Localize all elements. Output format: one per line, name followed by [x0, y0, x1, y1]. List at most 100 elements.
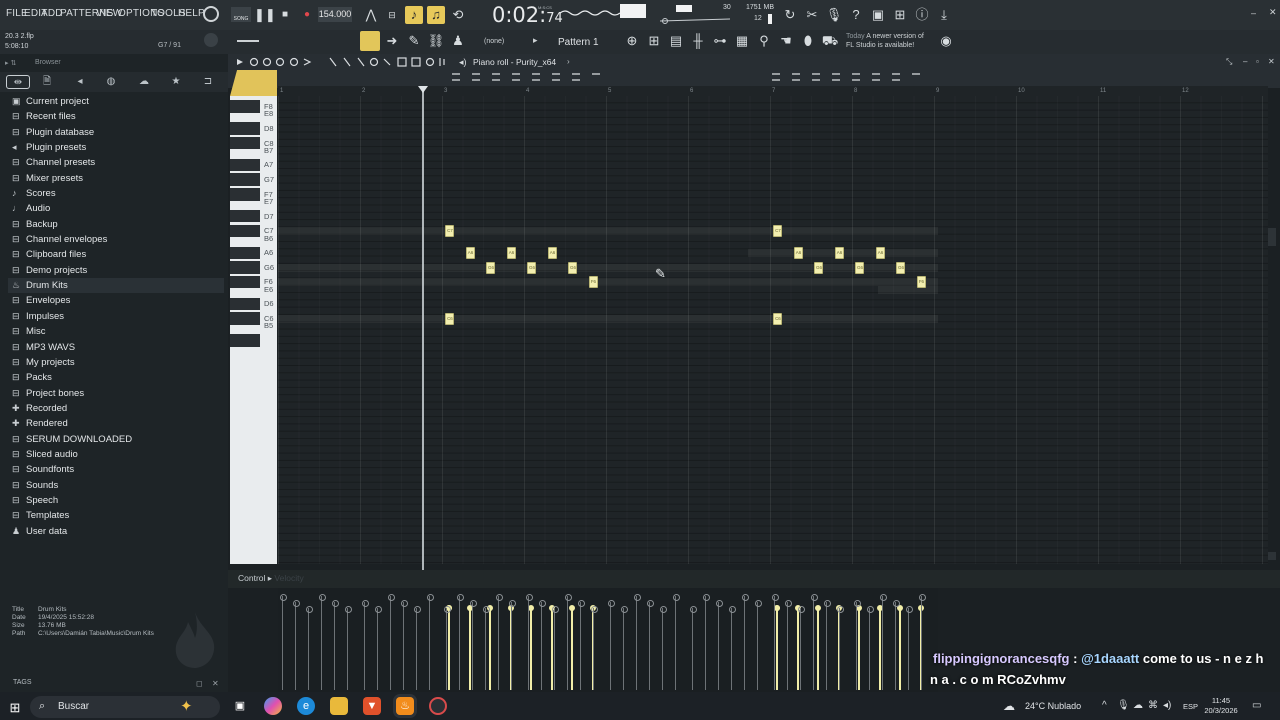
black-key[interactable] [230, 100, 260, 113]
browser-item[interactable]: ⊟ My projects [8, 355, 224, 370]
copilot-icon[interactable] [264, 697, 282, 715]
metronome-icon[interactable]: ⋀ [362, 6, 380, 24]
browser-tab-folder-icon[interactable]: ⊐ [201, 75, 215, 89]
browser-item[interactable]: ♪ Scores [8, 186, 224, 201]
windows-start-icon[interactable]: ⊞ [6, 699, 24, 717]
browser-view-icon[interactable]: ▦ [733, 32, 751, 50]
browser-item[interactable]: ⊟ Backup [8, 217, 224, 232]
piano-note[interactable]: C7 [773, 225, 783, 238]
piano-note[interactable]: G6 [568, 261, 578, 274]
browser-tab-files-icon[interactable]: 🗎 [40, 75, 54, 89]
piano-note[interactable]: C7 [445, 225, 455, 238]
brave-icon[interactable]: ▼ [363, 697, 381, 715]
velocity-bar[interactable] [548, 605, 555, 690]
note-grid[interactable] [278, 96, 1268, 564]
velocity-bar[interactable] [815, 605, 822, 690]
browser-tab-plugins-icon[interactable]: ◍ [104, 75, 118, 89]
piano-note[interactable]: A6 [875, 247, 885, 260]
browser-item[interactable]: ✚ Recorded [8, 401, 224, 416]
hint-icon[interactable] [203, 6, 219, 22]
pattern-add-icon[interactable]: ⊕ [623, 32, 641, 50]
velocity-bar[interactable] [466, 605, 473, 690]
info-icon[interactable]: ⓘ [913, 6, 931, 24]
browser-item[interactable]: ◂ Plugin presets [8, 140, 224, 155]
mixer-icon[interactable]: ⊞ [891, 6, 909, 24]
piano-note[interactable]: F6 [916, 276, 926, 289]
piano-note[interactable]: A6 [834, 247, 844, 260]
piano-note[interactable]: G6 [486, 261, 496, 274]
piano-note[interactable]: F6 [588, 276, 598, 289]
task-view-icon[interactable]: ▣ [231, 697, 249, 715]
link-icon[interactable]: ⛓ [427, 32, 445, 50]
menu-help[interactable]: HELP [178, 8, 205, 19]
loop-record-icon[interactable]: ⟲ [449, 6, 467, 24]
plugin-picker-icon[interactable]: ⚲ [755, 32, 773, 50]
song-mode-toggle[interactable]: SONG [231, 7, 251, 22]
save-icon[interactable]: ▣ [869, 6, 887, 24]
black-key[interactable] [230, 210, 260, 223]
browser-tab-all[interactable]: ⇹ [6, 75, 30, 89]
tags-close-icon[interactable]: ✕ [212, 679, 219, 688]
black-key[interactable] [230, 275, 260, 289]
black-key[interactable] [230, 158, 260, 172]
pencil-icon[interactable]: ✎ [405, 32, 423, 50]
pause-icon[interactable]: ❚❚ [254, 6, 276, 24]
piano-roll-minimize-icon[interactable]: ‒ [1243, 57, 1247, 66]
velocity-bar[interactable] [446, 605, 453, 690]
velocity-bar[interactable] [856, 605, 863, 690]
weather-text[interactable]: 24°C Nublado [1025, 701, 1081, 711]
black-key[interactable] [230, 261, 260, 274]
pattern-selector[interactable]: Pattern 1 [558, 35, 610, 50]
velocity-bar[interactable] [487, 605, 494, 690]
browser-item[interactable]: ⊟ Demo projects [8, 263, 224, 278]
minimize-icon[interactable]: ‒ [1251, 8, 1256, 18]
master-volume-knob[interactable] [204, 33, 218, 47]
touch-keyboard-icon[interactable]: ☚ [777, 32, 795, 50]
browser-item[interactable]: ⊟ Mixer presets [8, 171, 224, 186]
browser-item[interactable]: ⊟ SERUM DOWNLOADED [8, 432, 224, 447]
browser-tab-favorites-icon[interactable]: ★ [169, 75, 183, 89]
velocity-bar[interactable] [794, 605, 801, 690]
black-key[interactable] [230, 122, 260, 135]
piano-roll-vscroll[interactable] [1268, 228, 1276, 246]
black-key[interactable] [230, 246, 260, 259]
cut-icon[interactable]: ✂ [803, 6, 821, 24]
black-key[interactable] [230, 334, 260, 347]
piano-note[interactable]: G6 [855, 261, 865, 274]
notifications-icon[interactable]: ▭ [1252, 700, 1261, 711]
black-key[interactable] [230, 312, 260, 325]
input-language[interactable]: ESP [1183, 702, 1198, 711]
black-key[interactable] [230, 173, 260, 186]
refresh-icon[interactable]: ↻ [781, 6, 799, 24]
countdown-icon[interactable]: ♪ [405, 6, 423, 24]
browser-tab-sounds-icon[interactable]: ◂ [73, 75, 87, 89]
browser-menu-icon[interactable]: ▸ ⇅ [5, 59, 16, 67]
piano-note[interactable]: C6 [445, 312, 455, 325]
channel-selector[interactable]: (none) [484, 38, 504, 45]
browser-item[interactable]: ⊟ Sounds [8, 478, 224, 493]
browser-item[interactable]: ⊟ Templates [8, 508, 224, 523]
browser-item[interactable]: ⊟ Impulses [8, 309, 224, 324]
browser-item[interactable]: ⊟ Sliced audio [8, 447, 224, 462]
browser-item[interactable]: ⊟ Envelopes [8, 293, 224, 308]
download-icon[interactable]: ⤓ [935, 6, 953, 24]
tray-volume-icon[interactable]: ◂) [1163, 700, 1171, 711]
news-icon[interactable]: ◉ [937, 32, 955, 50]
black-key[interactable] [230, 188, 260, 201]
velocity-bar[interactable] [528, 605, 535, 690]
record-icon[interactable]: ● [298, 6, 316, 24]
piano-note[interactable]: C6 [773, 312, 783, 325]
tempo-display[interactable]: 154.000 [318, 7, 352, 22]
pattern-song-icon[interactable] [360, 31, 380, 51]
browser-item[interactable]: ⊟ Speech [8, 493, 224, 508]
snap-line-icon[interactable] [237, 40, 259, 42]
song-position-display[interactable]: 0:02:74 [492, 3, 563, 27]
browser-item[interactable]: ⊟ MP3 WAVS [8, 340, 224, 355]
playlist-icon[interactable]: ⊞ [645, 32, 663, 50]
browser-item[interactable]: ⊟ Channel presets [8, 155, 224, 170]
black-key[interactable] [230, 224, 260, 238]
piano-roll-close-icon[interactable]: ✕ [1268, 57, 1275, 66]
piano-roll-icon[interactable]: ⊶ [711, 32, 729, 50]
tempo-tapper-icon[interactable]: ⬮ [799, 32, 817, 50]
browser-item[interactable]: ▣ Current project [8, 94, 224, 109]
